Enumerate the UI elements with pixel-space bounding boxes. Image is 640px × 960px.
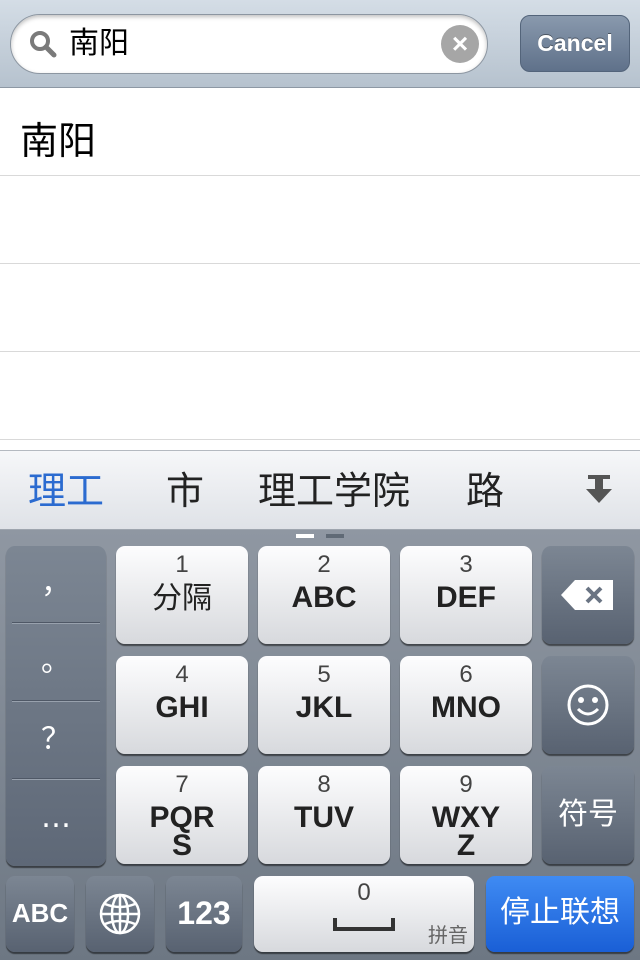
key-5[interactable]: 5 JKL	[258, 656, 390, 754]
candidate-item[interactable]: 路	[466, 469, 504, 513]
space-bar[interactable]: 0 拼音	[254, 876, 474, 952]
candidate-item[interactable]: 市	[166, 469, 204, 513]
smiley-icon	[567, 684, 609, 726]
list-item	[0, 176, 640, 264]
punctuation-key[interactable]: ，	[12, 546, 100, 622]
space-icon	[333, 918, 395, 931]
punctuation-column: ， 。 ？ …	[6, 546, 106, 866]
key-9[interactable]: 9 WXY Z	[400, 766, 532, 864]
search-input[interactable]: 南阳 ×	[10, 14, 488, 74]
key-6[interactable]: 6 MNO	[400, 656, 532, 754]
cancel-button[interactable]: Cancel	[520, 15, 630, 72]
search-bar: 南阳 × Cancel	[0, 0, 640, 88]
stop-association-button[interactable]: 停止联想	[486, 876, 634, 952]
search-icon	[30, 31, 57, 58]
globe-icon	[99, 893, 141, 935]
backspace-icon	[561, 580, 613, 610]
key-3[interactable]: 3 DEF	[400, 546, 532, 644]
keyboard: ， 。 ？ … 1 分隔 2 ABC 3 DEF 4 GHI 5 JKL 6 M…	[0, 530, 640, 960]
list-item	[0, 352, 640, 440]
results-list: 南阳	[0, 88, 640, 440]
clear-icon[interactable]: ×	[441, 25, 479, 63]
key-1[interactable]: 1 分隔	[116, 546, 248, 644]
key-7[interactable]: 7 PQR S	[116, 766, 248, 864]
key-4[interactable]: 4 GHI	[116, 656, 248, 754]
page-indicator	[296, 534, 346, 538]
list-item[interactable]: 南阳	[0, 88, 640, 176]
numbers-button[interactable]: 123	[166, 876, 242, 952]
punctuation-key[interactable]: 。	[12, 624, 100, 700]
list-item-label: 南阳	[20, 119, 97, 163]
key-2[interactable]: 2 ABC	[258, 546, 390, 644]
expand-candidates-icon[interactable]	[584, 473, 614, 507]
globe-button[interactable]	[86, 876, 154, 952]
punctuation-key[interactable]: …	[12, 780, 100, 856]
candidate-item[interactable]: 理工	[28, 469, 104, 513]
candidate-item[interactable]: 理工学院	[258, 469, 410, 513]
key-8[interactable]: 8 TUV	[258, 766, 390, 864]
list-item	[0, 264, 640, 352]
search-query[interactable]: 南阳	[69, 27, 129, 61]
emoji-button[interactable]	[542, 656, 634, 754]
punctuation-key[interactable]: ？	[12, 702, 100, 778]
abc-button[interactable]: ABC	[6, 876, 74, 952]
backspace-button[interactable]	[542, 546, 634, 644]
input-mode-hint: 拼音	[428, 923, 468, 947]
candidate-bar: 理工 市 理工学院 路	[0, 450, 640, 530]
symbols-button[interactable]: 符号	[542, 766, 634, 864]
